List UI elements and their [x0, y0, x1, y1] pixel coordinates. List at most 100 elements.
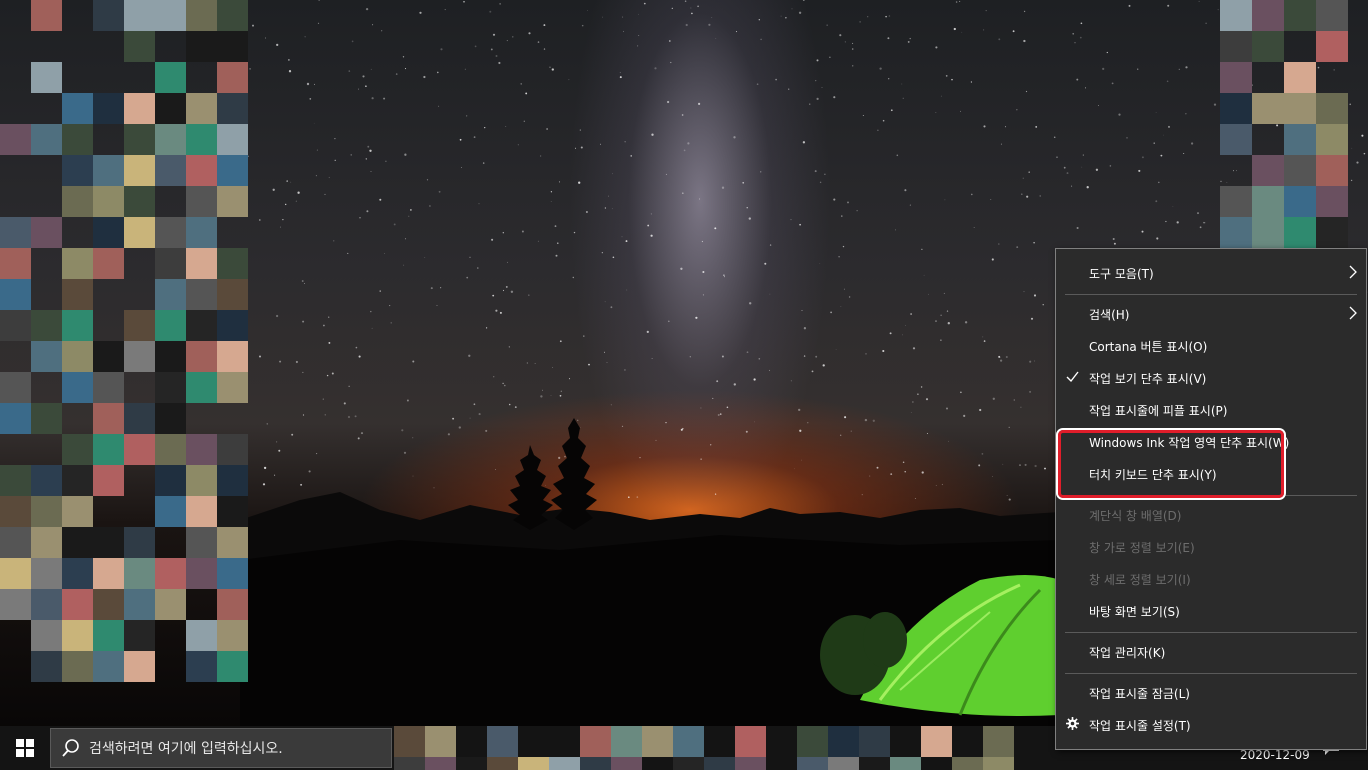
mosaic-tile — [31, 248, 62, 279]
mosaic-tile — [31, 558, 62, 589]
mosaic-tile — [31, 0, 62, 31]
checkmark-icon — [1066, 371, 1079, 383]
menu-item-show-cortana-button[interactable]: Cortana 버튼 표시(O) — [1056, 330, 1366, 360]
mosaic-tile — [93, 93, 124, 124]
mosaic-tile — [93, 124, 124, 155]
menu-item-label: 작업 표시줄에 피플 표시(P) — [1089, 404, 1228, 418]
mosaic-tile — [1252, 155, 1284, 186]
mosaic-tile — [890, 726, 921, 757]
mosaic-tile — [155, 124, 186, 155]
mosaic-tile — [186, 0, 217, 31]
mosaic-tile — [0, 186, 31, 217]
mosaic-tile — [186, 589, 217, 620]
mosaic-tile — [186, 93, 217, 124]
mosaic-tile — [124, 558, 155, 589]
menu-item-show-task-view-button[interactable]: 작업 보기 단추 표시(V) — [1056, 362, 1366, 392]
mosaic-tile — [766, 726, 797, 757]
start-button[interactable] — [0, 726, 50, 770]
mosaic-tile — [62, 434, 93, 465]
mosaic-tile — [31, 651, 62, 682]
mosaic-tile — [0, 620, 31, 651]
menu-item-lock-taskbar[interactable]: 작업 표시줄 잠금(L) — [1056, 677, 1366, 707]
mosaic-tile — [93, 620, 124, 651]
mosaic-tile — [155, 155, 186, 186]
mosaic-tile — [31, 279, 62, 310]
mosaic-tile — [186, 186, 217, 217]
mosaic-tile — [217, 155, 248, 186]
mosaic-tile — [155, 186, 186, 217]
taskbar-search-box[interactable]: 검색하려면 여기에 입력하십시오. — [50, 728, 392, 768]
mosaic-tile — [31, 403, 62, 434]
mosaic-tile — [62, 186, 93, 217]
mosaic-tile — [155, 93, 186, 124]
mosaic-tile — [0, 434, 31, 465]
mosaic-tile — [93, 372, 124, 403]
menu-item-search[interactable]: 검색(H) — [1056, 298, 1366, 328]
tray-date[interactable]: 2020-12-09 — [1240, 748, 1310, 762]
menu-separator — [1065, 673, 1357, 674]
menu-item-show-desktop[interactable]: 바탕 화면 보기(S) — [1056, 595, 1366, 625]
mosaic-tile — [394, 726, 425, 757]
mosaic-tile — [124, 465, 155, 496]
mosaic-tile — [217, 0, 248, 31]
mosaic-tile — [186, 124, 217, 155]
menu-separator — [1065, 632, 1357, 633]
mosaic-tile — [31, 372, 62, 403]
mosaic-tile — [704, 757, 735, 770]
menu-item-label: 작업 표시줄 설정(T) — [1089, 719, 1191, 733]
mosaic-tile — [983, 726, 1014, 757]
mosaic-tile — [1220, 31, 1252, 62]
mosaic-tile — [93, 403, 124, 434]
mosaic-tile — [186, 279, 217, 310]
mosaic-tile — [217, 248, 248, 279]
mosaic-tile — [62, 62, 93, 93]
mosaic-tile — [1252, 0, 1284, 31]
mosaic-tile — [952, 757, 983, 770]
menu-item-label: 작업 표시줄 잠금(L) — [1089, 687, 1190, 701]
mosaic-tile — [0, 62, 31, 93]
mosaic-tile — [31, 589, 62, 620]
menu-item-taskbar-settings[interactable]: 작업 표시줄 설정(T) — [1056, 709, 1366, 739]
mosaic-tile — [1252, 124, 1284, 155]
mosaic-tile — [186, 155, 217, 186]
mosaic-tile — [186, 403, 217, 434]
mosaic-tile — [0, 248, 31, 279]
mosaic-tile — [62, 620, 93, 651]
blurred-desktop-icons-left — [0, 0, 248, 682]
mosaic-tile — [217, 496, 248, 527]
mosaic-tile — [31, 527, 62, 558]
mosaic-tile — [1316, 62, 1348, 93]
mosaic-tile — [1284, 217, 1316, 248]
mosaic-tile — [704, 726, 735, 757]
menu-item-task-manager[interactable]: 작업 관리자(K) — [1056, 636, 1366, 666]
mosaic-tile — [31, 434, 62, 465]
mosaic-tile — [124, 217, 155, 248]
mosaic-tile — [828, 757, 859, 770]
mosaic-tile — [217, 465, 248, 496]
mosaic-tile — [124, 93, 155, 124]
menu-item-toolbars[interactable]: 도구 모음(T) — [1056, 257, 1366, 287]
mosaic-tile — [62, 372, 93, 403]
menu-item-label: 작업 보기 단추 표시(V) — [1089, 372, 1207, 386]
mosaic-tile — [62, 217, 93, 248]
search-placeholder: 검색하려면 여기에 입력하십시오. — [89, 741, 283, 757]
mosaic-tile — [859, 726, 890, 757]
mosaic-tile — [124, 0, 155, 31]
mosaic-tile — [0, 0, 31, 31]
menu-item-show-people[interactable]: 작업 표시줄에 피플 표시(P) — [1056, 394, 1366, 424]
mosaic-tile — [155, 620, 186, 651]
mosaic-tile — [186, 465, 217, 496]
mosaic-tile — [0, 496, 31, 527]
mosaic-tile — [124, 496, 155, 527]
mosaic-tile — [549, 726, 580, 757]
mosaic-tile — [31, 310, 62, 341]
mosaic-tile — [673, 757, 704, 770]
taskbar-pinned-apps-blurred[interactable] — [394, 726, 1014, 770]
mosaic-tile — [93, 155, 124, 186]
mosaic-tile — [0, 310, 31, 341]
mosaic-tile — [0, 372, 31, 403]
mosaic-tile — [0, 341, 31, 372]
mosaic-tile — [983, 757, 1014, 770]
mosaic-tile — [580, 757, 611, 770]
mosaic-tile — [93, 248, 124, 279]
